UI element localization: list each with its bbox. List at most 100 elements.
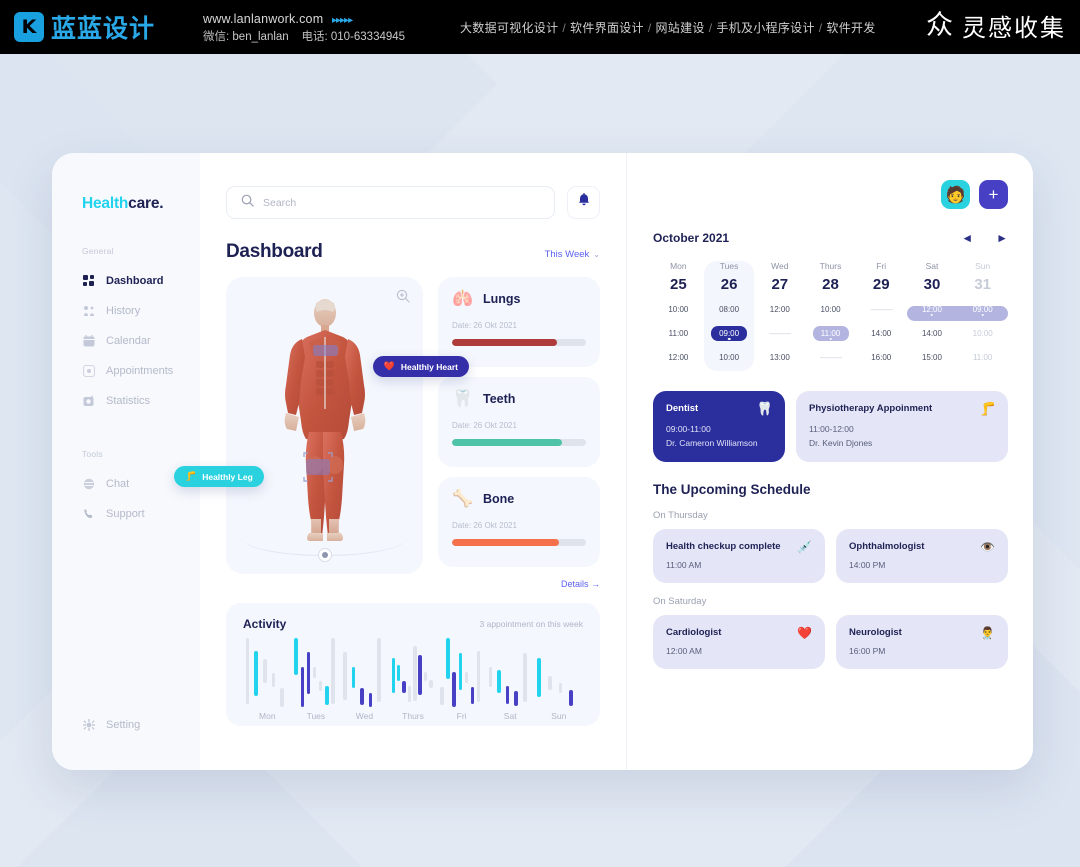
organ-card-teeth[interactable]: 🦷 Teeth Date: 26 Okt 2021 [438, 377, 600, 467]
sidebar-item-support[interactable]: Support [52, 499, 200, 529]
schedule-title: Health checkup complete [666, 541, 781, 552]
schedule-card-cardiologist[interactable]: Cardiologist 12:00 AM ❤️ [653, 615, 825, 669]
calendar-day-column[interactable]: Fri 29 ——— 14:00 16:00 [856, 261, 907, 371]
nav-group-general-label: General [82, 246, 114, 256]
activity-bar [254, 650, 258, 697]
organ-progress-fill [452, 339, 557, 346]
zoom-in-icon[interactable] [396, 289, 410, 308]
brand-part-a: Health [82, 195, 129, 212]
calendar-day-column[interactable]: Thurs 28 10:00 11:00 ——— [805, 261, 856, 371]
page-title: Dashboard [226, 241, 323, 262]
watermark-site-line: www.lanlanwork.com ▸▸▸▸▸ [203, 10, 405, 29]
sidebar-item-history[interactable]: History [52, 296, 200, 326]
sidebar-item-dashboard[interactable]: Dashboard [52, 266, 200, 296]
chat-icon [82, 478, 95, 491]
dashboard-header: Dashboard This Week ⌄ [226, 241, 600, 263]
main-content: Dashboard This Week ⌄ [174, 153, 626, 770]
calendar-day-column[interactable]: Mon 25 10:00 11:00 12:00 [653, 261, 704, 371]
calendar-day-number: 30 [923, 276, 941, 293]
watermark-contact-line: 微信: ben_lanlan 电话: 010-63334945 [203, 29, 405, 47]
topbar [226, 186, 600, 219]
schedule-card-ophthalmologist[interactable]: Ophthalmologist 14:00 PM 👁️ [836, 529, 1008, 583]
calendar-time-slot[interactable]: ——— [754, 326, 805, 341]
appointment-card-physiotherapy[interactable]: Physiotherapy Appoinment 11:00-12:00 Dr.… [796, 391, 1008, 462]
calendar-day-column[interactable]: Wed 27 12:00 ——— 13:00 [754, 261, 805, 371]
dashboard-content: ❤️ Healthly Heart 🦵 Healthly Leg 🫁 Lungs… [174, 277, 600, 589]
schedule-time: 12:00 AM [666, 646, 702, 656]
sidebar-item-calendar[interactable]: Calendar [52, 326, 200, 356]
sidebar-item-label: Chat [106, 478, 130, 490]
schedule-card-neurologist[interactable]: Neurologist 16:00 PM 👨‍⚕️ [836, 615, 1008, 669]
appointment-time: 09:00-11:00 [666, 424, 711, 434]
search-input[interactable] [263, 196, 540, 209]
schedule-row-thursday: Health checkup complete 11:00 AM 💉 Ophth… [653, 529, 1008, 583]
calendar-time-slot[interactable]: 11:00 [653, 326, 704, 341]
activity-day-group [243, 638, 292, 708]
calendar-time-slot[interactable]: ——— [805, 350, 856, 365]
activity-bar [306, 652, 311, 694]
watermark-nav-item-1: 软件界面设计 [570, 21, 644, 35]
search-bar[interactable] [226, 186, 555, 219]
calendar-time-slot[interactable]: 10:00 [653, 302, 704, 317]
calendar-time-slot[interactable]: 14:00 [856, 326, 907, 341]
calendar-day-number: 27 [771, 276, 789, 293]
body-rotate-slider[interactable] [242, 538, 407, 562]
calendar-time-slot[interactable]: ——— [856, 302, 907, 317]
calendar-time-slot[interactable]: 14:00 [907, 326, 958, 341]
arrow-left-icon[interactable]: ◄ [961, 232, 973, 244]
organ-card-bone[interactable]: 🦴 Bone Date: 26 Okt 2021 [438, 477, 600, 567]
calendar-time-slot[interactable]: 12:00 [754, 302, 805, 317]
appointment-doctor: Dr. Cameron Williamson [666, 438, 758, 448]
calendar-time-slot[interactable]: 16:00 [856, 350, 907, 365]
calendar-day-number: 26 [720, 276, 738, 293]
sidebar-item-label: Dashboard [106, 275, 164, 287]
sidebar-item-appointments[interactable]: Appointments [52, 356, 200, 386]
calendar-time-slot[interactable]: 15:00 [907, 350, 958, 365]
sidebar-item-setting[interactable]: Setting [52, 710, 140, 740]
calendar-time-slot[interactable]: 09:00 [704, 326, 755, 341]
activity-bar [294, 638, 298, 676]
statistics-icon [82, 395, 95, 408]
organ-progress-fill [452, 439, 562, 446]
add-appointment-button[interactable]: + [979, 180, 1008, 209]
organ-date: Date: 26 Okt 2021 [452, 421, 517, 430]
activity-bar [263, 659, 267, 683]
slot-dot-icon [727, 337, 731, 340]
avatar[interactable]: 🧑 [941, 180, 970, 209]
schedule-card-health-checkup[interactable]: Health checkup complete 11:00 AM 💉 [653, 529, 825, 583]
notification-button[interactable] [567, 186, 600, 219]
organ-card-lungs[interactable]: 🫁 Lungs Date: 26 Okt 2021 [438, 277, 600, 367]
sidebar: Healthcare. General Dashboard History Ca… [52, 153, 200, 770]
activity-bar [558, 682, 563, 693]
appointment-time: 11:00-12:00 [809, 424, 854, 434]
calendar-weekday-label: Sun [975, 261, 991, 271]
brand-part-b: care. [128, 195, 164, 212]
watermark-right-text: 灵感收集 [962, 14, 1066, 42]
calendar-time-slot[interactable]: 10:00 [805, 302, 856, 317]
calendar-time-slot[interactable]: 11:00 [805, 326, 856, 341]
calendar-day-column[interactable]: Tues 26 08:00 09:00 10:00 [703, 261, 755, 371]
badge-healthly-heart[interactable]: ❤️ Healthly Heart [372, 356, 469, 377]
details-link[interactable]: Details → [438, 579, 600, 589]
activity-bar [446, 638, 450, 679]
badge-healthly-leg[interactable]: 🦵 Healthly Leg [174, 466, 264, 487]
activity-bar [514, 691, 518, 706]
appointment-card-dentist[interactable]: Dentist 09:00-11:00 Dr. Cameron Williams… [653, 391, 785, 462]
calendar-time-slot[interactable]: 13:00 [754, 350, 805, 365]
calendar-time-slot[interactable]: 10:00 [704, 350, 755, 365]
calendar-time-slot[interactable]: 11:00 [957, 350, 1008, 365]
activity-day-group [534, 638, 583, 708]
teeth-icon: 🦷 [452, 389, 474, 409]
calendar-time-slot[interactable]: 10:00 [957, 326, 1008, 341]
calendar-time-slot[interactable]: 12:00 [653, 350, 704, 365]
arrow-right-icon[interactable]: ► [996, 232, 1008, 244]
week-filter-dropdown[interactable]: This Week ⌄ [545, 249, 600, 260]
slider-knob[interactable] [317, 548, 332, 562]
calendar-time-slot[interactable]: 08:00 [704, 302, 755, 317]
organ-progress-track [452, 339, 586, 346]
activity-bar [537, 657, 541, 697]
organ-header: 🫁 Lungs [452, 289, 586, 309]
watermark-right: 众 灵感收集 [926, 8, 1066, 43]
sidebar-item-statistics[interactable]: Statistics [52, 386, 200, 416]
human-anatomy-figure [284, 299, 365, 541]
